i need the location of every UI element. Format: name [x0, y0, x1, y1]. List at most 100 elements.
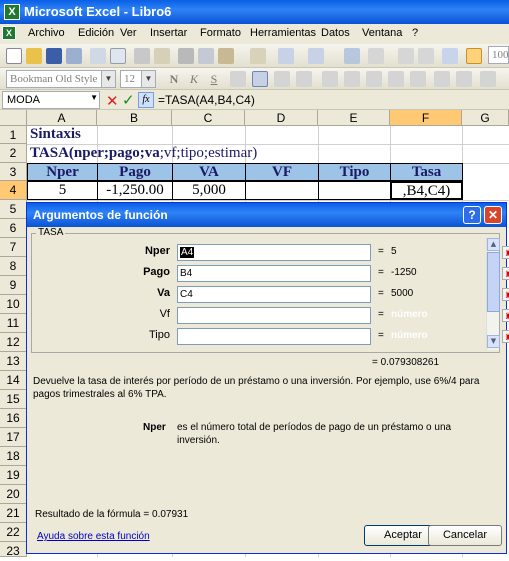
column-header-g[interactable]: G: [462, 110, 509, 126]
cell-d4[interactable]: [245, 181, 319, 200]
enter-icon[interactable]: ✓: [122, 91, 135, 109]
print-icon[interactable]: [90, 48, 106, 64]
cell-c3[interactable]: VA: [172, 163, 246, 181]
open-icon[interactable]: [26, 48, 42, 64]
format-painter-icon[interactable]: [250, 48, 266, 64]
menu-formato[interactable]: Formato: [200, 27, 241, 39]
insert-function-icon[interactable]: fx: [138, 92, 154, 108]
cell-a2[interactable]: TASA(nper;pago;va;vf;tipo;estimar): [30, 145, 257, 162]
cell-b4[interactable]: -1,250.00: [97, 181, 173, 200]
row-header-6[interactable]: 6: [0, 219, 27, 238]
spelling-icon[interactable]: [134, 48, 150, 64]
va-input[interactable]: C4 ▣: [177, 286, 509, 303]
row-header-8[interactable]: 8: [0, 257, 27, 276]
underline-button[interactable]: S: [206, 71, 222, 87]
print-preview-icon[interactable]: [110, 48, 126, 64]
row-header-1[interactable]: 1: [0, 126, 27, 144]
cell-d3[interactable]: VF: [245, 163, 319, 181]
menu-herramientas[interactable]: Herramientas: [250, 27, 316, 39]
name-box[interactable]: MODA ▼: [2, 91, 100, 109]
percent-icon[interactable]: [344, 71, 360, 87]
cell-a1[interactable]: Sintaxis: [30, 126, 81, 143]
cancel-button[interactable]: Cancelar: [428, 525, 502, 546]
sort-desc-icon[interactable]: [418, 48, 434, 64]
menu-archivo[interactable]: Archivo: [28, 27, 65, 39]
redo-icon[interactable]: [308, 48, 324, 64]
row-header-3[interactable]: 3: [0, 163, 27, 181]
copy-icon[interactable]: [198, 48, 214, 64]
increase-decimal-icon[interactable]: [388, 71, 404, 87]
zoom-combo[interactable]: 100%: [488, 46, 509, 64]
chart-wizard-icon[interactable]: [442, 48, 458, 64]
menu-edicion[interactable]: Edición: [78, 27, 114, 39]
help-link[interactable]: Ayuda sobre esta función: [37, 531, 150, 542]
row-header-4[interactable]: 4: [0, 181, 27, 200]
cell-f4[interactable]: ,B4,C4): [390, 181, 463, 200]
row-header-22[interactable]: 22: [0, 523, 27, 542]
cut-icon[interactable]: [178, 48, 194, 64]
row-header-18[interactable]: 18: [0, 447, 27, 466]
dialog-title-bar[interactable]: Argumentos de función ? ✕: [27, 203, 506, 227]
permission-icon[interactable]: [66, 48, 82, 64]
merge-center-icon[interactable]: [296, 71, 312, 87]
align-right-icon[interactable]: [274, 71, 290, 87]
nper-input[interactable]: A4 ▣: [177, 244, 509, 261]
cell-f3[interactable]: Tasa: [390, 163, 463, 181]
row-header-13[interactable]: 13: [0, 352, 27, 371]
hyperlink-icon[interactable]: [344, 48, 360, 64]
row-header-14[interactable]: 14: [0, 371, 27, 390]
borders-icon[interactable]: [480, 71, 496, 87]
formula-input[interactable]: =TASA(A4,B4,C4): [158, 93, 255, 107]
cancel-icon[interactable]: ✕: [106, 92, 119, 110]
help-icon[interactable]: ?: [463, 206, 481, 224]
menu-datos[interactable]: Datos: [321, 27, 350, 39]
row-header-17[interactable]: 17: [0, 428, 27, 447]
row-header-16[interactable]: 16: [0, 409, 27, 428]
increase-indent-icon[interactable]: [456, 71, 472, 87]
decrease-indent-icon[interactable]: [434, 71, 450, 87]
scroll-down-icon[interactable]: ▼: [487, 335, 500, 348]
row-header-9[interactable]: 9: [0, 276, 27, 295]
cell-e3[interactable]: Tipo: [318, 163, 391, 181]
drawing-icon[interactable]: [466, 48, 482, 64]
column-header-f[interactable]: F: [390, 110, 462, 126]
row-header-21[interactable]: 21: [0, 504, 27, 523]
align-left-icon[interactable]: [230, 71, 246, 87]
sort-asc-icon[interactable]: [398, 48, 414, 64]
column-header-c[interactable]: C: [172, 110, 245, 126]
row-header-20[interactable]: 20: [0, 485, 27, 504]
menu-ver[interactable]: Ver: [120, 27, 137, 39]
bold-button[interactable]: N: [166, 71, 182, 87]
menu-ventana[interactable]: Ventana: [362, 27, 402, 39]
pago-input[interactable]: B4 ▣: [177, 265, 509, 282]
cell-b3[interactable]: Pago: [97, 163, 173, 181]
italic-button[interactable]: K: [186, 71, 202, 87]
row-header-5[interactable]: 5: [0, 200, 27, 219]
column-header-a[interactable]: A: [27, 110, 97, 126]
row-header-11[interactable]: 11: [0, 314, 27, 333]
cell-c4[interactable]: 5,000: [172, 181, 246, 200]
font-name-combo[interactable]: Bookman Old Style ▼: [6, 70, 116, 88]
cell-a3[interactable]: Nper: [27, 163, 98, 181]
row-header-7[interactable]: 7: [0, 238, 27, 257]
workbook-icon[interactable]: X: [2, 26, 16, 40]
collapse-dialog-icon[interactable]: ▣: [502, 267, 509, 280]
column-header-b[interactable]: B: [97, 110, 172, 126]
scroll-up-icon[interactable]: ▲: [487, 238, 500, 251]
collapse-dialog-icon[interactable]: ▣: [502, 288, 509, 301]
column-header-e[interactable]: E: [318, 110, 390, 126]
research-icon[interactable]: [154, 48, 170, 64]
collapse-dialog-icon[interactable]: ▣: [502, 246, 509, 259]
vf-input[interactable]: ▣: [177, 307, 509, 324]
cell-a4[interactable]: 5: [27, 181, 98, 200]
collapse-dialog-icon[interactable]: ▣: [502, 309, 509, 322]
decrease-decimal-icon[interactable]: [410, 71, 426, 87]
row-header-10[interactable]: 10: [0, 295, 27, 314]
select-all-corner[interactable]: [0, 110, 27, 126]
align-center-icon[interactable]: [252, 71, 268, 87]
scroll-thumb[interactable]: [487, 252, 500, 312]
row-header-23[interactable]: 23: [0, 542, 27, 558]
row-header-15[interactable]: 15: [0, 390, 27, 409]
tipo-input[interactable]: ▣: [177, 328, 509, 345]
comma-style-icon[interactable]: [366, 71, 382, 87]
